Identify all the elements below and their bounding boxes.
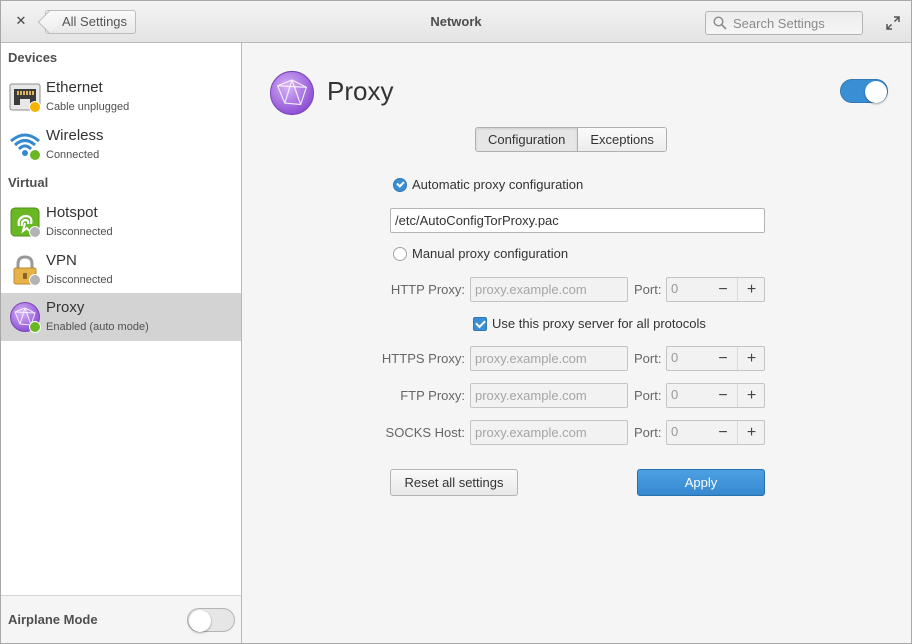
maximize-icon[interactable] [885, 15, 901, 31]
tab-exceptions[interactable]: Exceptions [577, 128, 666, 151]
sidebar-item-vpn[interactable]: VPN Disconnected [1, 246, 241, 294]
decrement-button[interactable]: − [709, 384, 737, 407]
ftp-proxy-input[interactable] [470, 383, 628, 408]
sidebar-item-label: Ethernet [46, 79, 103, 96]
apply-button[interactable]: Apply [637, 469, 765, 496]
switch-knob [865, 81, 887, 103]
sidebar-item-label: Proxy [46, 299, 85, 316]
airplane-mode-switch[interactable] [187, 608, 235, 632]
increment-button[interactable]: + [737, 421, 765, 444]
decrement-button[interactable]: − [709, 278, 737, 301]
search-box[interactable] [705, 11, 863, 35]
port-label: Port: [634, 351, 662, 366]
sidebar-item-label: Wireless [46, 127, 104, 144]
decrement-button[interactable]: − [709, 421, 737, 444]
socks-host-input[interactable] [470, 420, 628, 445]
devices-section-label: Devices [8, 50, 58, 65]
status-dot [29, 149, 41, 161]
switch-knob [189, 610, 211, 632]
sidebar-item-status: Connected [46, 149, 100, 161]
https-port-stepper[interactable]: 0 − + [666, 346, 765, 371]
sidebar-item-ethernet[interactable]: Ethernet Cable unplugged [1, 73, 241, 121]
increment-button[interactable]: + [737, 384, 765, 407]
sidebar-item-status: Disconnected [46, 274, 113, 286]
port-value: 0 [671, 424, 679, 439]
port-label: Port: [634, 282, 662, 297]
airplane-mode-row: Airplane Mode [1, 595, 241, 643]
header-bar: ✕ All Settings Network [1, 1, 911, 43]
virtual-section-label: Virtual [8, 175, 49, 190]
tab-bar: Configuration Exceptions [475, 127, 667, 152]
page-title: Proxy [327, 76, 394, 106]
ftp-port-stepper[interactable]: 0 − + [666, 383, 765, 408]
manual-proxy-label: Manual proxy configuration [412, 246, 569, 261]
manual-proxy-radio[interactable] [393, 247, 407, 261]
tab-configuration[interactable]: Configuration [476, 128, 578, 151]
port-label: Port: [634, 425, 662, 440]
reset-all-settings-button[interactable]: Reset all settings [390, 469, 518, 496]
sidebar-item-proxy[interactable]: Proxy Enabled (auto mode) [1, 293, 241, 341]
sidebar-item-status: Cable unplugged [46, 101, 130, 113]
port-value: 0 [671, 387, 679, 402]
ftp-proxy-label: FTP Proxy: [400, 388, 465, 403]
autoconfig-url-field[interactable]: /etc/AutoConfigTorProxy.pac [390, 208, 765, 233]
sidebar: Devices Ethernet Cable unplugged Wireles… [1, 43, 242, 643]
airplane-mode-label: Airplane Mode [8, 612, 98, 627]
http-proxy-label: HTTP Proxy: [390, 282, 465, 297]
sidebar-item-wireless[interactable]: Wireless Connected [1, 121, 241, 169]
http-port-stepper[interactable]: 0 − + [666, 277, 765, 302]
decrement-button[interactable]: − [709, 347, 737, 370]
port-value: 0 [671, 350, 679, 365]
https-proxy-label: HTTPS Proxy: [381, 351, 465, 366]
sidebar-item-label: Hotspot [46, 204, 98, 221]
use-all-protocols-checkbox[interactable] [473, 317, 487, 331]
auto-proxy-label: Automatic proxy configuration [412, 177, 584, 192]
increment-button[interactable]: + [737, 278, 765, 301]
http-proxy-input[interactable] [470, 277, 628, 302]
increment-button[interactable]: + [737, 347, 765, 370]
status-dot [29, 101, 41, 113]
search-icon [713, 16, 727, 30]
sidebar-item-label: VPN [46, 252, 77, 269]
https-proxy-input[interactable] [470, 346, 628, 371]
status-dot [29, 274, 41, 286]
status-dot [29, 226, 41, 238]
port-label: Port: [634, 388, 662, 403]
proxy-panel: Proxy Configuration Exceptions Automatic… [243, 43, 911, 643]
search-input[interactable] [733, 14, 859, 32]
sidebar-item-status: Enabled (auto mode) [46, 321, 149, 333]
settings-window: ✕ All Settings Network Devices Ether [0, 0, 912, 644]
globe-icon [269, 70, 315, 116]
port-value: 0 [671, 281, 679, 296]
sidebar-item-hotspot[interactable]: Hotspot Disconnected [1, 198, 241, 246]
use-all-protocols-label: Use this proxy server for all protocols [492, 316, 706, 331]
status-dot [29, 321, 41, 333]
socks-host-label: SOCKS Host: [385, 425, 465, 440]
socks-port-stepper[interactable]: 0 − + [666, 420, 765, 445]
auto-proxy-radio[interactable] [393, 178, 407, 192]
proxy-enable-switch[interactable] [840, 79, 888, 103]
sidebar-item-status: Disconnected [46, 226, 113, 238]
